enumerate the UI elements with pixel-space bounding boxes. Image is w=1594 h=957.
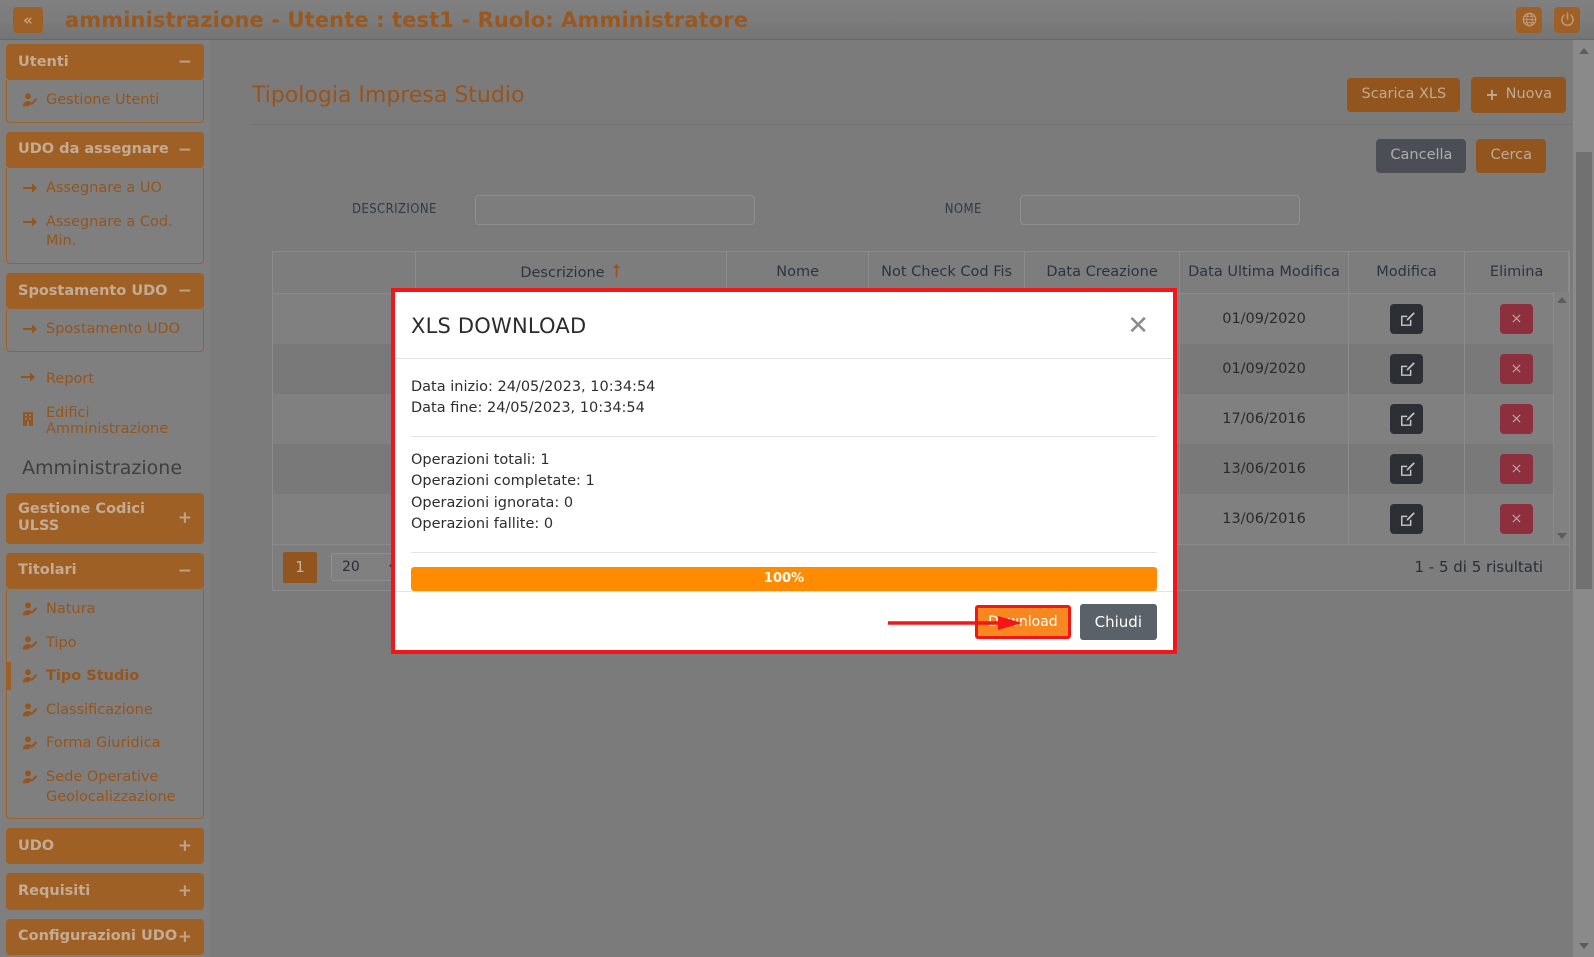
modal-header: XLS DOWNLOAD ✕ <box>395 292 1173 359</box>
modal-body: Data inizio: 24/05/2023, 10:34:54 Data f… <box>395 359 1173 591</box>
modal-ops-ignored: Operazioni ignorata: 0 <box>411 494 574 511</box>
red-arrow-pointer-icon <box>888 615 1022 630</box>
modal-divider-2 <box>411 551 1157 553</box>
progress-label: 100% <box>763 571 805 587</box>
modal-ops-failed: Operazioni fallite: 0 <box>411 516 554 533</box>
modal-title: XLS DOWNLOAD <box>411 314 587 338</box>
modal-footer: Download Chiudi <box>395 590 1173 654</box>
close-x-icon: ✕ <box>1127 310 1149 341</box>
modal-end-date: Data fine: 24/05/2023, 10:34:54 <box>411 400 645 417</box>
xls-download-modal: XLS DOWNLOAD ✕ Data inizio: 24/05/2023, … <box>391 288 1177 654</box>
modal-ops-total: Operazioni totali: 1 <box>411 451 550 468</box>
modal-close-action-button[interactable]: Chiudi <box>1079 603 1157 640</box>
modal-close-button[interactable]: ✕ <box>1127 313 1149 339</box>
modal-start-date: Data inizio: 24/05/2023, 10:34:54 <box>411 379 656 395</box>
download-progress-bar: 100% <box>411 566 1157 591</box>
modal-ops-completed: Operazioni completate: 1 <box>411 473 595 490</box>
modal-divider-1 <box>411 435 1157 437</box>
